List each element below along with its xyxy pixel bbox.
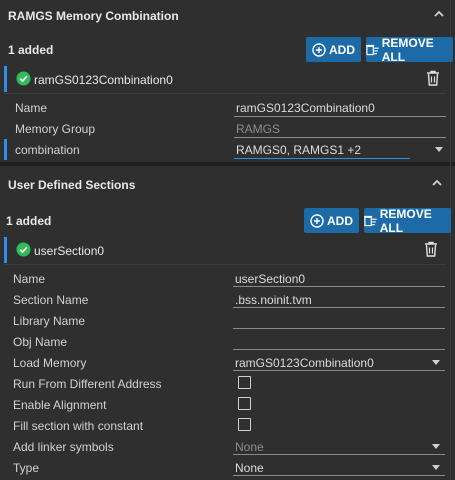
caret-down-icon[interactable] [434, 144, 444, 154]
uds-remove-all-button[interactable]: REMOVE ALL [364, 206, 451, 235]
input-underline [233, 454, 445, 455]
uds-remove-all-label: REMOVE ALL [379, 206, 432, 235]
caret-down-icon[interactable] [431, 357, 441, 367]
uds-fill-row: Fill section with constant [4, 415, 450, 436]
selection-bar [4, 66, 7, 92]
uds-type-label: Type [13, 461, 40, 475]
uds-load-label: Load Memory [13, 356, 87, 370]
divider [4, 264, 446, 265]
ramgs-combination-row: combination RAMGS0, RAMGS1 +2 [4, 139, 450, 160]
selection-bar [4, 237, 7, 263]
ramgs-section-title: RAMGS Memory Combination [8, 9, 179, 23]
trash-icon[interactable] [424, 241, 438, 257]
uds-section-title: User Defined Sections [8, 178, 136, 192]
uds-instance-header[interactable]: userSection0 [4, 237, 450, 263]
ramgs-instance-name: ramGS0123Combination0 [34, 73, 173, 87]
ramgs-added-count: 1 added [8, 43, 54, 57]
uds-align-row: Enable Alignment [4, 394, 450, 415]
uds-obj-label: Obj Name [13, 335, 68, 349]
uds-run-label: Run From Different Address [13, 377, 162, 391]
ramgs-name-input[interactable]: ramGS0123Combination0 [236, 101, 375, 115]
ramgs-group-value: RAMGS [236, 122, 281, 136]
check-circle-icon [16, 71, 31, 86]
uds-linker-label: Add linker symbols [13, 440, 114, 454]
uds-name-row: Name userSection0 [4, 268, 450, 289]
uds-linker-select[interactable]: None [235, 440, 264, 454]
ramgs-combination-select[interactable]: RAMGS0, RAMGS1 +2 [236, 143, 361, 157]
chevron-up-icon[interactable] [430, 176, 444, 190]
trash-icon[interactable] [426, 70, 440, 86]
input-underline [233, 307, 445, 308]
scroll-edge [450, 0, 451, 480]
ramgs-add-label: ADD [329, 42, 355, 57]
input-underline [234, 137, 446, 138]
uds-type-row: Type None [4, 457, 450, 478]
uds-section-row: Section Name .bss.noinit.tvm [4, 289, 450, 310]
input-underline [233, 328, 445, 329]
uds-obj-row: Obj Name [4, 331, 450, 352]
uds-section-input[interactable]: .bss.noinit.tvm [235, 293, 312, 307]
divider [4, 93, 446, 94]
input-underline [234, 116, 446, 117]
ramgs-group-row: Memory Group RAMGS [4, 118, 450, 139]
uds-section-label: Section Name [13, 293, 89, 307]
input-underline-focus [234, 158, 410, 159]
remove-all-icon [366, 44, 379, 55]
check-circle-icon [16, 242, 31, 257]
uds-fill-label: Fill section with constant [13, 419, 144, 433]
caret-down-icon[interactable] [431, 441, 441, 451]
selection-bar [4, 139, 7, 160]
input-underline [233, 349, 445, 350]
uds-name-label: Name [13, 272, 46, 286]
uds-align-checkbox[interactable] [238, 397, 251, 410]
ramgs-group-label: Memory Group [15, 122, 96, 136]
ramgs-add-button[interactable]: ADD [306, 37, 361, 62]
ramgs-remove-all-label: REMOVE ALL [381, 35, 434, 64]
ramgs-name-label: Name [15, 101, 48, 115]
ramgs-instance-header[interactable]: ramGS0123Combination0 [4, 66, 450, 92]
add-circle-icon [310, 213, 324, 228]
ramgs-remove-all-button[interactable]: REMOVE ALL [366, 35, 453, 64]
caret-down-icon[interactable] [431, 462, 441, 472]
uds-add-label: ADD [327, 213, 353, 228]
uds-load-row: Load Memory ramGS0123Combination0 [4, 352, 450, 373]
uds-linker-row: Add linker symbols None [4, 436, 450, 457]
input-underline [233, 370, 445, 371]
input-underline [233, 475, 445, 476]
uds-library-row: Library Name [4, 310, 450, 331]
uds-load-select[interactable]: ramGS0123Combination0 [235, 356, 374, 370]
uds-run-row: Run From Different Address [4, 373, 450, 394]
uds-run-checkbox[interactable] [238, 376, 251, 389]
add-circle-icon [312, 42, 326, 57]
uds-type-select[interactable]: None [235, 461, 264, 475]
uds-name-input[interactable]: userSection0 [235, 272, 305, 286]
uds-added-count: 1 added [6, 214, 52, 228]
uds-add-button[interactable]: ADD [304, 208, 359, 233]
input-underline [233, 286, 445, 287]
uds-library-label: Library Name [13, 314, 86, 328]
ramgs-combination-label: combination [15, 143, 80, 157]
chevron-up-icon[interactable] [432, 7, 446, 21]
remove-all-icon [364, 215, 377, 226]
ramgs-name-row: Name ramGS0123Combination0 [4, 97, 450, 118]
uds-align-label: Enable Alignment [13, 398, 107, 412]
uds-instance-name: userSection0 [34, 244, 105, 258]
uds-fill-checkbox[interactable] [238, 418, 251, 431]
